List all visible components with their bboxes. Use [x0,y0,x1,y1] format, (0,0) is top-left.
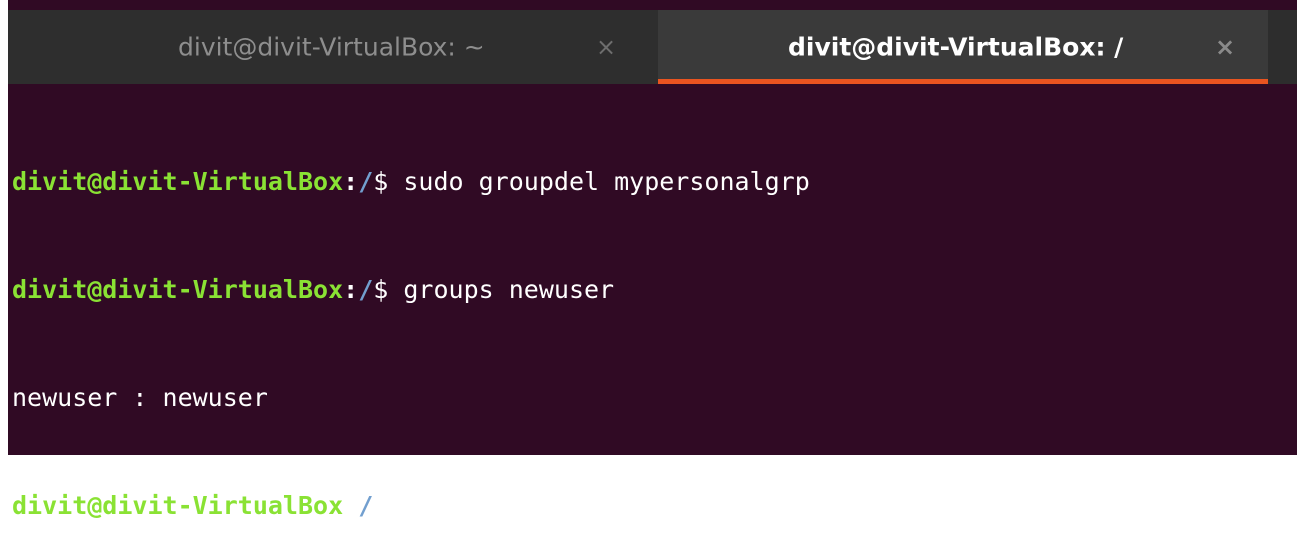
prompt-line: divit@divit-VirtualBox:/$ sudo groupdel … [12,164,810,200]
tab-root[interactable]: divit@divit-VirtualBox: / × [658,10,1268,84]
command-text: sudo groupdel mypersonalgrp [403,167,810,196]
close-icon[interactable]: × [1215,33,1235,61]
text-cursor[interactable] [403,491,419,520]
prompt-path: / [358,491,374,520]
tab-label: divit@divit-VirtualBox: ~ [178,32,485,62]
prompt-user-host: divit@divit-VirtualBox [12,491,344,520]
prompt-dollar: $ [373,167,404,196]
tab-label: divit@divit-VirtualBox: / [788,32,1124,62]
prompt-path: / [358,167,374,196]
close-icon[interactable]: × [596,33,616,61]
prompt-path: / [358,275,374,304]
prompt-dollar: $ [373,491,404,520]
prompt-user-host: divit@divit-VirtualBox [12,167,344,196]
output-line: newuser : newuser [12,380,810,416]
tab-bar-filler [1268,10,1297,84]
prompt-user-host: divit@divit-VirtualBox [12,275,344,304]
prompt-dollar: $ [373,275,404,304]
tab-home[interactable]: divit@divit-VirtualBox: ~ × [8,10,658,84]
terminal-output[interactable]: divit@divit-VirtualBox:/$ sudo groupdel … [12,92,810,560]
prompt-separator: : [343,275,359,304]
prompt-separator: : [343,491,359,520]
prompt-line: divit@divit-VirtualBox:/$ [12,488,810,524]
output-text: newuser : newuser [12,383,268,412]
prompt-line: divit@divit-VirtualBox:/$ groups newuser [12,272,810,308]
prompt-separator: : [343,167,359,196]
tab-bar: divit@divit-VirtualBox: ~ × divit@divit-… [8,10,1297,84]
command-text: groups newuser [403,275,615,304]
